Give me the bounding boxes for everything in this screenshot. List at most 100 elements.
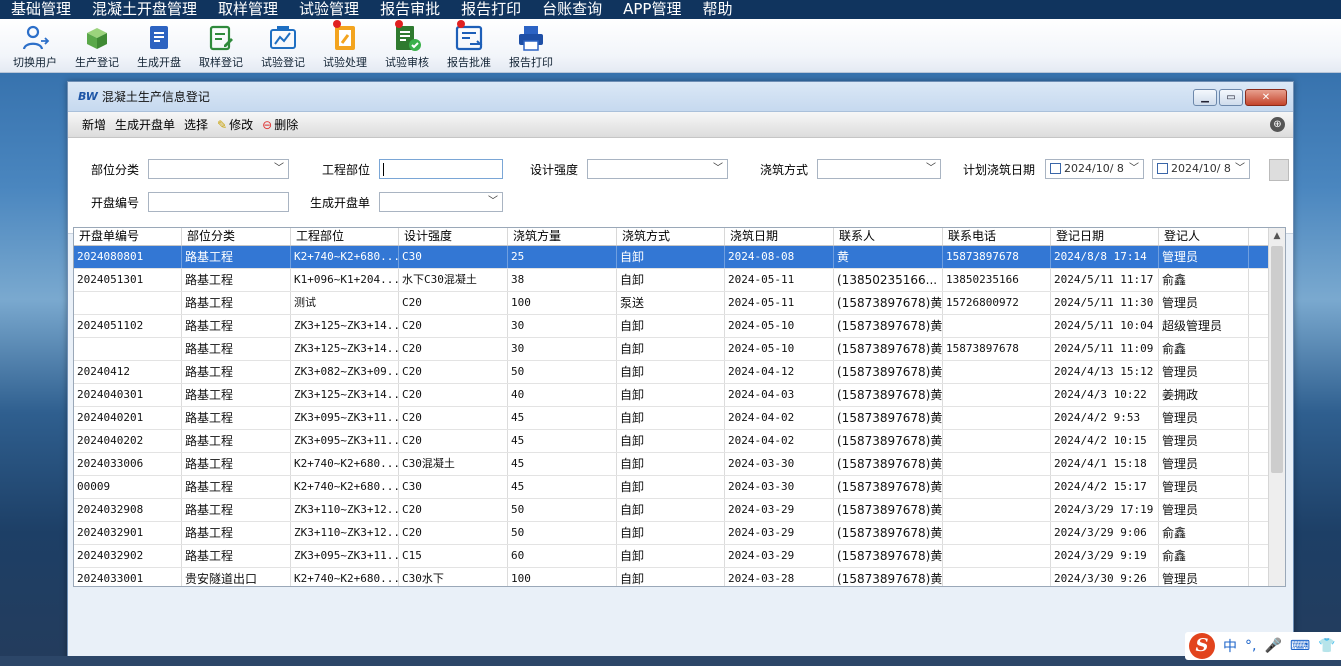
menu-item[interactable]: 取样管理	[207, 0, 288, 19]
design-strength-select[interactable]: ﹀	[587, 159, 728, 179]
table-row[interactable]: 2024032902 路基工程 ZK3+095~ZK3+11... C15 60 自卸 20…	[74, 545, 1285, 568]
maximize-button[interactable]: ▭	[1219, 89, 1243, 106]
ime-language[interactable]: 中	[1223, 636, 1237, 656]
toolbar-button-sampling-register[interactable]: 取样登记	[190, 19, 252, 71]
column-header[interactable]: 开盘单编号	[74, 228, 182, 245]
menu-item[interactable]: 报告打印	[450, 0, 531, 19]
column-header[interactable]: 浇筑方式	[617, 228, 725, 245]
microphone-icon[interactable]: 🎤	[1264, 638, 1281, 654]
table-cell: K1+096~K1+204...	[291, 269, 399, 291]
table-row[interactable]: 2024032901 路基工程 ZK3+110~ZK3+12... C20 50 自卸 20…	[74, 522, 1285, 545]
column-header[interactable]: 部位分类	[182, 228, 291, 245]
chevron-down-icon: ﹀	[926, 163, 936, 174]
table-row[interactable]: 路基工程 ZK3+125~ZK3+14... C20 30 自卸 2024-05-10 (1…	[74, 338, 1285, 361]
table-row[interactable]: 20240412 路基工程 ZK3+082~ZK3+09... C20 50 自卸 2024…	[74, 361, 1285, 384]
table-cell: 路基工程	[182, 246, 291, 268]
delete-label: 删除	[274, 118, 299, 132]
toolbar-button-report-approve[interactable]: 报告批准	[438, 19, 500, 71]
menu-item[interactable]: 帮助	[691, 0, 742, 19]
column-header[interactable]: 联系电话	[943, 228, 1051, 245]
vertical-scrollbar[interactable]: ▲	[1268, 228, 1285, 586]
table-row[interactable]: 2024080801 路基工程 K2+740~K2+680... C30 25 自卸 202…	[74, 246, 1285, 269]
table-row[interactable]: 路基工程 测试 C20 100 泵送 2024-05-11 (15873897678)黄 15…	[74, 292, 1285, 315]
table-cell: 2024/4/2 9:53	[1051, 407, 1159, 429]
scrollbar-thumb[interactable]	[1271, 246, 1283, 473]
skin-icon[interactable]: 👕	[1318, 638, 1335, 654]
scroll-up-icon[interactable]: ▲	[1269, 228, 1285, 245]
select-button[interactable]: 选择	[184, 116, 208, 133]
table-row[interactable]: 2024040202 路基工程 ZK3+095~ZK3+11... C20 45 自卸 20…	[74, 430, 1285, 453]
table-row[interactable]: 2024033006 路基工程 K2+740~K2+680... C30混凝土 45 自卸…	[74, 453, 1285, 476]
menu-item[interactable]: 试验管理	[288, 0, 369, 19]
add-button[interactable]: 新增	[82, 116, 106, 133]
generate-opening-button[interactable]: 生成开盘单	[115, 116, 175, 133]
menu-item[interactable]: 混凝土开盘管理	[81, 0, 207, 19]
table-row[interactable]: 2024040301 路基工程 ZK3+125~ZK3+14... C20 40 自卸 20…	[74, 384, 1285, 407]
column-header[interactable]: 浇筑方量	[508, 228, 617, 245]
column-header[interactable]: 浇筑日期	[725, 228, 834, 245]
table-cell: C20	[399, 315, 508, 337]
sogou-logo-icon[interactable]: S	[1189, 633, 1215, 659]
zoom-icon[interactable]: ⊕	[1270, 117, 1285, 132]
table-body: 2024080801 路基工程 K2+740~K2+680... C30 25 自卸 202…	[74, 246, 1285, 586]
column-header[interactable]: 登记日期	[1051, 228, 1159, 245]
toolbar-button-switch-user[interactable]: 切换用户	[4, 19, 66, 71]
table-cell: 2024080801	[74, 246, 182, 268]
table-cell: 路基工程	[182, 430, 291, 452]
column-header[interactable]: 工程部位	[291, 228, 399, 245]
close-button[interactable]: ✕	[1245, 89, 1287, 106]
column-header[interactable]: 设计强度	[399, 228, 508, 245]
ime-punctuation[interactable]: °,	[1245, 638, 1256, 654]
table-cell: 2024-03-30	[725, 476, 834, 498]
menu-item[interactable]: 基础管理	[0, 0, 81, 19]
edit-button[interactable]: ✎ 修改	[217, 116, 253, 133]
table-cell: C30	[399, 476, 508, 498]
menu-item[interactable]: 台账查询	[531, 0, 612, 19]
project-part-input[interactable]	[379, 159, 503, 179]
toolbar-button-generate-opening[interactable]: 生成开盘	[128, 19, 190, 71]
pour-method-select[interactable]: ﹀	[817, 159, 941, 179]
project-part-label: 工程部位	[322, 163, 371, 177]
query-button[interactable]	[1269, 159, 1289, 181]
table-cell: 自卸	[617, 568, 725, 586]
column-header[interactable]: 登记人	[1159, 228, 1249, 245]
action-bar: 新增 生成开盘单 选择 ✎ 修改 ⊖ 删除 ⊕	[68, 112, 1293, 138]
table-row[interactable]: 2024051102 路基工程 ZK3+125~ZK3+14... C20 30 自卸 20…	[74, 315, 1285, 338]
delete-button[interactable]: ⊖ 删除	[262, 116, 298, 133]
table-cell: 60	[508, 545, 617, 567]
date-from-picker[interactable]: 2024/10/ 8 ﹀	[1045, 159, 1144, 179]
table-cell: 自卸	[617, 407, 725, 429]
column-header[interactable]: 联系人	[834, 228, 943, 245]
table-cell: C20	[399, 430, 508, 452]
toolbar-button-label: 生成开盘	[137, 56, 181, 69]
table-row[interactable]: 2024051301 路基工程 K1+096~K1+204... 水下C30混凝土 38…	[74, 269, 1285, 292]
table-row[interactable]: 00009 路基工程 K2+740~K2+680... C30 45 自卸 2024-03-…	[74, 476, 1285, 499]
toolbar-button-test-process[interactable]: 试验处理	[314, 19, 376, 71]
menu-item[interactable]: APP管理	[612, 0, 691, 19]
table-cell: ZK3+110~ZK3+12...	[291, 522, 399, 544]
toolbar-button-production-register[interactable]: 生产登记	[66, 19, 128, 71]
app-logo-icon: BW	[78, 90, 98, 103]
minimize-button[interactable]: ▁	[1193, 89, 1217, 106]
date-to-picker[interactable]: 2024/10/ 8 ﹀	[1152, 159, 1250, 179]
part-category-select[interactable]: ﹀	[148, 159, 289, 179]
keyboard-icon[interactable]: ⌨	[1290, 638, 1310, 654]
date-to-checkbox[interactable]	[1157, 163, 1168, 174]
table-cell: (15873897678)黄	[834, 545, 943, 567]
generated-select[interactable]: ﹀	[379, 192, 503, 212]
toolbar-button-report-print[interactable]: 报告打印	[500, 19, 562, 71]
table-cell: 15873897678	[943, 246, 1051, 268]
table-row[interactable]: 2024033001 贵安隧道出口 K2+740~K2+680... C30水下 100…	[74, 568, 1285, 586]
table-cell: (15873897678)黄	[834, 338, 943, 360]
table-cell: 2024051301	[74, 269, 182, 291]
table-row[interactable]: 2024032908 路基工程 ZK3+110~ZK3+12... C20 50 自卸 20…	[74, 499, 1285, 522]
table-cell: 38	[508, 269, 617, 291]
toolbar-button-test-review[interactable]: 试验审核	[376, 19, 438, 71]
date-from-checkbox[interactable]	[1050, 163, 1061, 174]
opening-no-input[interactable]	[148, 192, 289, 212]
table-row[interactable]: 2024040201 路基工程 ZK3+095~ZK3+11... C20 45 自卸 20…	[74, 407, 1285, 430]
table-cell: K2+740~K2+680...	[291, 476, 399, 498]
toolbar-button-test-register[interactable]: 试验登记	[252, 19, 314, 71]
menu-item[interactable]: 报告审批	[369, 0, 450, 19]
window-title: 混凝土生产信息登记	[101, 90, 210, 104]
